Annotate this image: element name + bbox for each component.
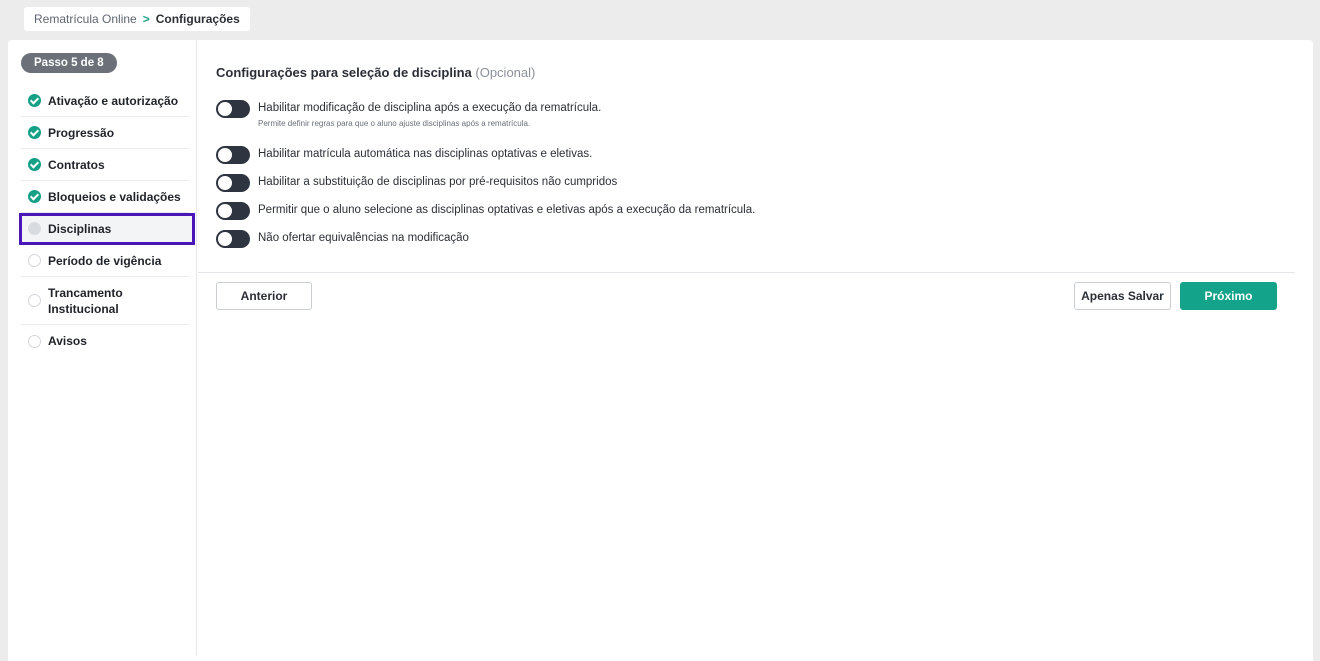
empty-circle-icon [28, 294, 41, 307]
step-item-ativacao[interactable]: Ativação e autorização [21, 85, 189, 117]
section-title-text: Configurações para seleção de disciplina [216, 65, 472, 80]
toggle-label: Habilitar matrícula automática nas disci… [258, 148, 593, 160]
main-content: Configurações para seleção de disciplina… [198, 40, 1313, 272]
toggle-label: Permitir que o aluno selecione as discip… [258, 204, 756, 216]
toggle-row-selecao-optativas: Permitir que o aluno selecione as discip… [216, 201, 755, 229]
step-label: Período de vigência [48, 253, 162, 268]
toggle-text: Não ofertar equivalências na modificação [258, 229, 469, 247]
footer-divider [198, 272, 1295, 273]
toggle-switch-substituicao[interactable] [216, 174, 250, 192]
step-item-disciplinas[interactable]: Disciplinas [19, 213, 195, 245]
toggle-knob [218, 232, 232, 246]
step-item-periodo-vigencia[interactable]: Período de vigência [21, 245, 189, 277]
toggle-knob [218, 148, 232, 162]
check-circle-icon [28, 94, 41, 107]
section-title: Configurações para seleção de disciplina… [216, 65, 535, 80]
toggle-switch-selecao-optativas[interactable] [216, 202, 250, 220]
save-only-button[interactable]: Apenas Salvar [1074, 282, 1171, 310]
steps-sidebar: Passo 5 de 8 Ativação e autorização Prog… [8, 40, 197, 655]
toggle-switch-matricula-automatica[interactable] [216, 146, 250, 164]
toggle-knob [218, 176, 232, 190]
toggle-help-text: Permite definir regras para que o aluno … [258, 119, 531, 128]
breadcrumb-current: Configurações [155, 12, 240, 26]
step-item-trancamento[interactable]: Trancamento Institucional [21, 277, 189, 325]
toggle-label: Habilitar a substituição de disciplinas … [258, 176, 618, 188]
optional-tag: (Opcional) [475, 65, 536, 80]
steps-list: Ativação e autorização Progressão Contra… [19, 85, 195, 357]
toggle-row-equivalencias: Não ofertar equivalências na modificação [216, 229, 755, 257]
check-circle-icon [28, 158, 41, 171]
empty-circle-icon [28, 254, 41, 267]
toggle-label: Não ofertar equivalências na modificação [258, 232, 469, 244]
step-item-progressao[interactable]: Progressão [21, 117, 189, 149]
step-counter-badge: Passo 5 de 8 [21, 53, 117, 73]
check-circle-icon [28, 126, 41, 139]
toggle-list: Habilitar modificação de disciplina após… [216, 99, 755, 257]
toggle-knob [218, 204, 232, 218]
toggle-row-matricula-automatica: Habilitar matrícula automática nas disci… [216, 145, 755, 173]
step-label: Bloqueios e validações [48, 189, 181, 204]
breadcrumb: Rematrícula Online > Configurações [24, 7, 250, 31]
toggle-label: Habilitar modificação de disciplina após… [258, 102, 602, 114]
step-label: Contratos [48, 157, 105, 172]
toggle-text: Habilitar a substituição de disciplinas … [258, 173, 617, 191]
toggle-row-modificacao: Habilitar modificação de disciplina após… [216, 99, 755, 145]
toggle-switch-equivalencias[interactable] [216, 230, 250, 248]
step-label: Avisos [48, 334, 87, 348]
next-button[interactable]: Próximo [1180, 282, 1277, 310]
check-circle-icon [28, 190, 41, 203]
toggle-text: Permitir que o aluno selecione as discip… [258, 201, 755, 219]
step-item-avisos[interactable]: Avisos [21, 325, 189, 357]
step-label: Progressão [48, 125, 115, 140]
breadcrumb-link-rematricula[interactable]: Rematrícula Online [34, 12, 137, 26]
toggle-text: Habilitar modificação de disciplina após… [258, 99, 601, 128]
current-step-circle-icon [28, 222, 41, 235]
step-item-contratos[interactable]: Contratos [21, 149, 189, 181]
step-label: Disciplinas [48, 221, 112, 236]
empty-circle-icon [28, 334, 41, 348]
step-label: Trancamento Institucional [48, 285, 123, 316]
toggle-switch-modificacao[interactable] [216, 100, 250, 118]
step-label: Ativação e autorização [48, 93, 179, 108]
toggle-text: Habilitar matrícula automática nas disci… [258, 145, 592, 163]
settings-card: Passo 5 de 8 Ativação e autorização Prog… [8, 40, 1313, 661]
toggle-knob [218, 102, 232, 116]
chevron-right-icon: > [142, 12, 150, 26]
step-item-bloqueios[interactable]: Bloqueios e validações [21, 181, 189, 213]
toggle-row-substituicao: Habilitar a substituição de disciplinas … [216, 173, 755, 201]
previous-button[interactable]: Anterior [216, 282, 312, 310]
